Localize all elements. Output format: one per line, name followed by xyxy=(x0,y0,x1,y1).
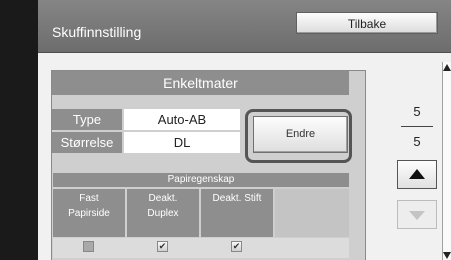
triangle-down-icon xyxy=(409,211,425,220)
scroll-down-arrow-icon[interactable] xyxy=(443,252,451,259)
disable-staple-checkbox[interactable]: ✔ xyxy=(231,241,242,252)
vertical-scrollbar[interactable] xyxy=(442,62,451,260)
property-label-line2: Duplex xyxy=(147,208,179,219)
device-bezel xyxy=(0,0,38,260)
property-disable-staple: Deakt. Stift xyxy=(201,189,273,237)
change-button[interactable]: Endre xyxy=(253,116,348,153)
property-label-line1: Deakt. xyxy=(148,193,178,204)
checkmark-icon: ✔ xyxy=(232,241,241,251)
scroll-up-arrow-icon[interactable] xyxy=(443,64,451,71)
fixed-paper-side-checkbox[interactable] xyxy=(83,241,94,252)
property-label-line1: Fast xyxy=(79,193,99,204)
type-label: Type xyxy=(52,109,122,130)
size-value: DL xyxy=(124,132,240,153)
page-divider xyxy=(401,126,433,127)
page-current: 5 xyxy=(413,104,421,119)
page-up-button[interactable] xyxy=(397,160,437,189)
triangle-up-icon xyxy=(409,169,425,179)
size-label: Størrelse xyxy=(52,132,122,153)
page-total: 5 xyxy=(413,134,421,149)
disable-duplex-checkbox[interactable]: ✔ xyxy=(157,241,168,252)
page-down-button[interactable] xyxy=(397,200,437,229)
tray-settings-panel: Enkeltmater Type Auto-AB Størrelse DL En… xyxy=(51,70,366,260)
checkbox-row xyxy=(53,238,349,258)
property-label-line1: Deakt. Stift xyxy=(212,193,262,204)
property-fixed-paper-side: Fast Papirside xyxy=(53,189,125,237)
property-label-line2: Papirside xyxy=(68,208,110,219)
header-bar: Skuffinnstilling Tilbake xyxy=(38,0,451,53)
screen: Skuffinnstilling Tilbake Enkeltmater Typ… xyxy=(38,0,451,260)
checkmark-icon: ✔ xyxy=(158,241,167,251)
page-title: Skuffinnstilling xyxy=(52,24,142,40)
property-disable-duplex: Deakt. Duplex xyxy=(127,189,199,237)
paper-properties-header: Papiregenskap xyxy=(53,173,349,187)
property-empty xyxy=(275,189,349,237)
back-button[interactable]: Tilbake xyxy=(296,12,438,34)
type-value: Auto-AB xyxy=(124,109,240,130)
panel-title: Enkeltmater xyxy=(52,71,349,95)
